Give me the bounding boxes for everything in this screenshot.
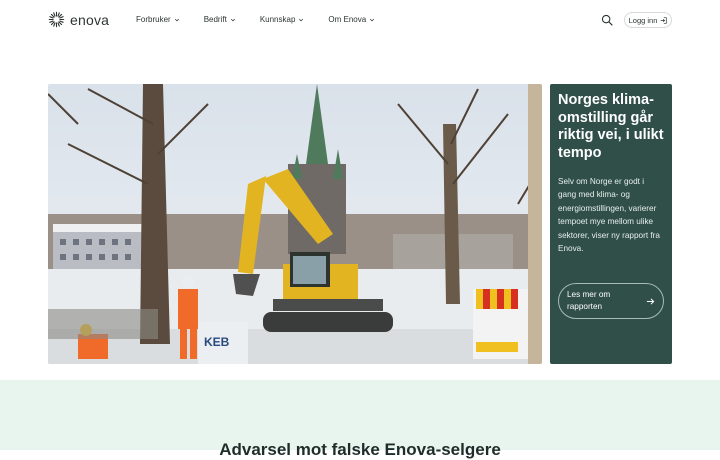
enova-logo[interactable]: enova <box>48 11 109 28</box>
login-label: Logg inn <box>628 15 658 25</box>
nav-item-label: Om Enova <box>328 15 367 24</box>
nav-item-bedrift[interactable]: Bedrift <box>204 15 236 24</box>
login-button[interactable]: Logg inn <box>624 12 672 28</box>
read-report-label: Les mer om rapporten <box>567 290 611 311</box>
site-header: enova Forbruker Bedrift Kunnskap Om Enov… <box>0 0 720 40</box>
main-nav: Forbruker Bedrift Kunnskap Om Enova <box>136 15 375 24</box>
chevron-down-icon <box>299 18 304 21</box>
enova-logo-icon <box>48 11 65 28</box>
chevron-down-icon <box>230 18 235 21</box>
card-title: Norges klima-omstilling går riktig vei, … <box>558 92 664 161</box>
chevron-down-icon <box>370 18 375 21</box>
read-report-button[interactable]: Les mer om rapporten <box>558 283 664 319</box>
nav-item-label: Forbruker <box>136 15 171 24</box>
hero-image: KEB <box>48 84 542 364</box>
construction-site-photo: KEB <box>48 84 542 364</box>
notice-title: Advarsel mot falske Enova-selgere <box>219 440 501 459</box>
logo-text: enova <box>70 11 110 28</box>
login-icon <box>661 16 668 24</box>
bag-logo-text: KEB <box>204 335 230 349</box>
nav-item-om-enova[interactable]: Om Enova <box>328 15 375 24</box>
nav-item-label: Bedrift <box>203 15 227 24</box>
chevron-down-icon <box>174 18 179 21</box>
arrow-right-icon <box>646 297 655 305</box>
card-body: Selv om Norge er godt i gang med klima- … <box>558 177 660 254</box>
search-icon[interactable] <box>601 14 613 26</box>
report-card: Norges klima-omstilling går riktig vei, … <box>550 84 672 364</box>
nav-item-forbruker[interactable]: Forbruker <box>136 15 180 24</box>
nav-item-kunnskap[interactable]: Kunnskap <box>260 15 305 24</box>
nav-item-label: Kunnskap <box>259 15 296 24</box>
